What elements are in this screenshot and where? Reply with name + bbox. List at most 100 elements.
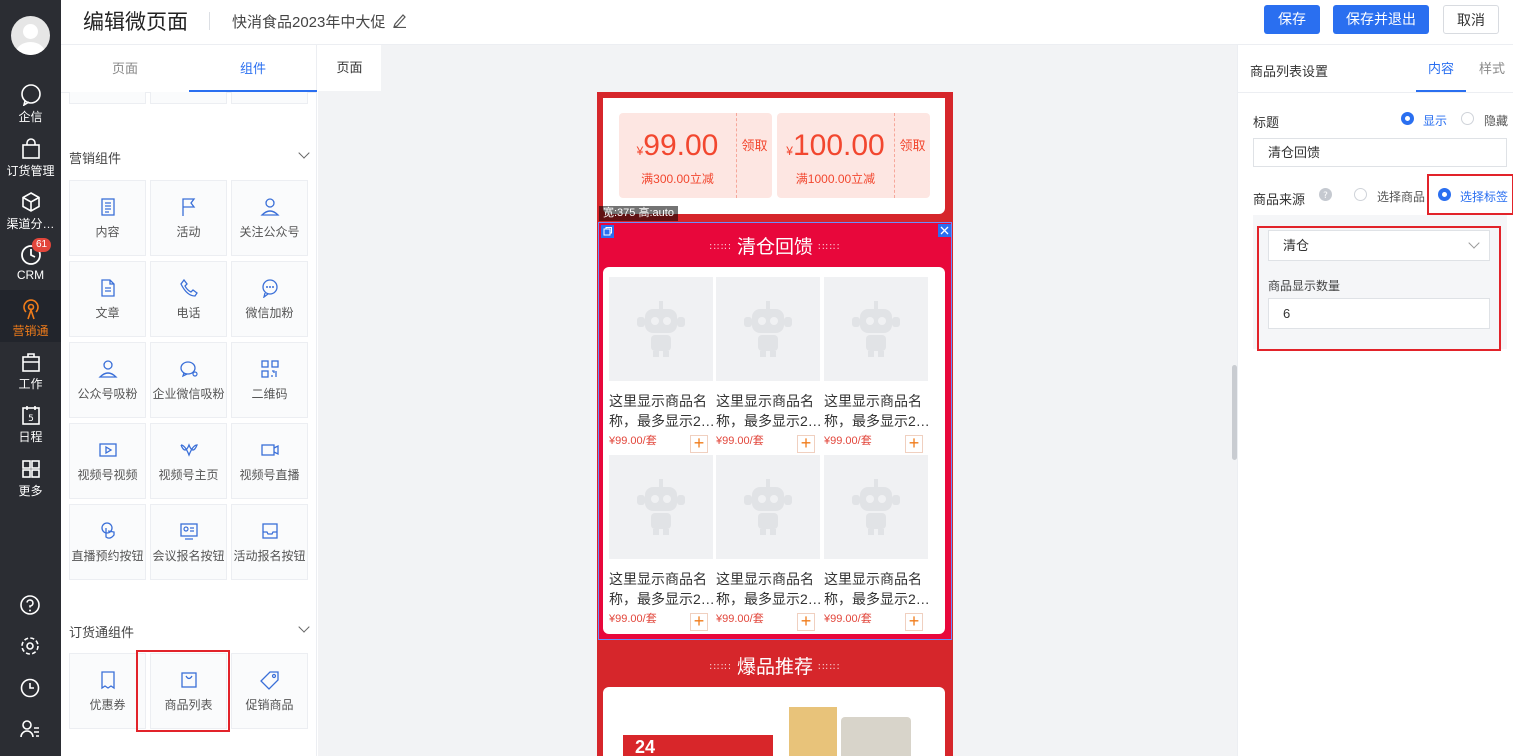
edit-pencil-icon[interactable] [393,12,407,28]
add-to-cart-icon[interactable]: + [797,434,815,453]
header-bar: 编辑微页面 快消食品2023年中大促 保存 保存并退出 取消 [61,0,1513,45]
component-meeting-signup-button[interactable]: 会议报名按钮 [150,504,227,580]
component-channel-video[interactable]: 视频号视频 [69,423,146,499]
product-grid-card: 这里显示商品名 称，最多显示2… ¥99.00/套 + 这里显示商品名 称，最多显示2… ¥… [603,267,945,634]
radio-hide[interactable] [1461,112,1474,125]
add-to-cart-icon[interactable]: + [690,612,708,631]
coupon-block[interactable]: ¥99.00 满300.00立减 领取 ¥100.00 满1000.00立减 领… [603,98,945,214]
radio-select-product[interactable] [1354,188,1367,201]
component-activity[interactable]: 活动 [150,180,227,256]
title-input[interactable]: 清仓回馈 [1253,138,1507,167]
nav-item-qixin[interactable]: 企信 [0,84,61,128]
chevron-down-icon[interactable] [298,621,310,633]
nav-item-work[interactable]: 工作 [0,351,61,395]
product-image[interactable] [824,277,928,381]
product-image[interactable] [716,277,820,381]
component-live-reserve-button[interactable]: 直播预约按钮 [69,504,146,580]
component-article[interactable]: 文章 [69,261,146,337]
component-label: 活动 [176,225,201,239]
product-image[interactable] [824,455,928,559]
add-to-cart-icon[interactable]: + [905,612,923,631]
placeholder-robot-icon [637,301,685,357]
component-channel-live[interactable]: 视频号直播 [231,423,308,499]
product-image[interactable] [789,707,837,756]
history-icon[interactable] [19,677,41,699]
component-wecom-fans[interactable]: 企业微信吸粉 [150,342,227,418]
help-icon[interactable] [19,594,41,616]
product-image[interactable]: 24 [623,735,773,756]
radio-hide-label: 隐藏 [1484,114,1509,128]
component-card-partial[interactable] [231,92,308,104]
nav-item-channel[interactable]: 渠道分… [0,191,61,235]
component-content[interactable]: 内容 [69,180,146,256]
product-image[interactable] [609,455,713,559]
section-title-ordering: 订货通组件 [69,625,135,640]
component-qrcode[interactable]: 二维码 [231,342,308,418]
component-activity-signup-button[interactable]: 活动报名按钮 [231,504,308,580]
add-to-cart-icon[interactable]: + [690,434,708,453]
add-to-cart-icon[interactable]: + [905,434,923,453]
component-official-fans[interactable]: 公众号吸粉 [69,342,146,418]
product-card[interactable]: 这里显示商品名 称，最多显示2… ¥99.00/套 + [716,455,820,631]
component-label: 微信加粉 [245,306,294,320]
component-label: 视频号视频 [77,468,138,482]
nav-item-marketing[interactable]: 营销通 [0,290,61,342]
product-image[interactable] [716,455,820,559]
product-image[interactable] [841,717,911,756]
tab-components[interactable]: 组件 [189,45,317,92]
coupon-condition: 满300.00立减 [641,172,714,186]
product-card[interactable]: 这里显示商品名 称，最多显示2… ¥99.00/套 + [609,277,713,453]
nav-label: 订货管理 [6,164,55,178]
nav-label: 营销通 [12,324,49,338]
component-channel-home[interactable]: 视频号主页 [150,423,227,499]
tag-icon [260,671,279,690]
product-image[interactable] [609,277,713,381]
nav-item-crm[interactable]: 61 CRM [0,238,61,288]
coupon-card[interactable]: ¥100.00 满1000.00立减 领取 [777,113,930,198]
chevron-down-icon[interactable] [298,147,310,159]
settings-icon[interactable] [19,635,41,657]
nav-item-schedule[interactable]: 5 日程 [0,404,61,448]
cancel-button[interactable]: 取消 [1443,5,1499,34]
user-list-icon[interactable] [19,718,41,740]
component-card-partial[interactable] [150,92,227,104]
save-and-exit-button[interactable]: 保存并退出 [1333,5,1429,34]
product-card[interactable]: 这里显示商品名 称，最多显示2… ¥99.00/套 + [824,455,928,631]
nav-item-order[interactable]: 订货管理 [0,138,61,182]
coupon-claim-button[interactable]: 领取 [736,113,772,198]
chat-bubble-icon [20,84,41,106]
tab-page[interactable]: 页面 [61,45,189,92]
coupon-claim-button[interactable]: 领取 [894,113,930,198]
canvas-tab-page[interactable]: 页面 [318,45,381,91]
save-button[interactable]: 保存 [1264,5,1320,34]
product-name: 这里显示商品名 称，最多显示2… [716,571,820,607]
component-phone[interactable]: 电话 [150,261,227,337]
touch-icon [101,522,115,539]
title-divider [209,12,210,30]
component-promo-product[interactable]: 促销商品 [231,653,308,729]
product-card[interactable]: 这里显示商品名 称，最多显示2… ¥99.00/套 + [609,455,713,631]
coupon-condition: 满1000.00立减 [795,172,876,186]
radio-select-product-label: 选择商品 [1377,190,1426,204]
help-circle-icon[interactable]: ? [1319,188,1332,201]
component-follow-official[interactable]: 关注公众号 [231,180,308,256]
wechat-icon [262,279,278,298]
add-to-cart-icon[interactable]: + [797,612,815,631]
tab-content[interactable]: 内容 [1416,45,1466,92]
nav-label: 企信 [18,110,43,124]
nav-item-more[interactable]: 更多 [0,458,61,502]
highlight-box [1427,174,1513,215]
component-wechat-fans[interactable]: 微信加粉 [231,261,308,337]
tab-style[interactable]: 样式 [1470,45,1513,92]
avatar[interactable] [11,16,50,55]
coupon-card[interactable]: ¥99.00 满300.00立减 领取 [619,113,772,198]
product-card[interactable]: 这里显示商品名 称，最多显示2… ¥99.00/套 + [824,277,928,453]
component-label: 公众号吸粉 [77,387,138,401]
component-card-partial[interactable] [69,92,146,104]
placeholder-robot-icon [637,479,685,535]
user-follow-icon [98,360,118,378]
product-card[interactable]: 这里显示商品名 称，最多显示2… ¥99.00/套 + [716,277,820,453]
component-coupon[interactable]: 优惠券 [69,653,146,729]
radio-show[interactable] [1401,112,1414,125]
briefcase-icon [21,353,40,372]
